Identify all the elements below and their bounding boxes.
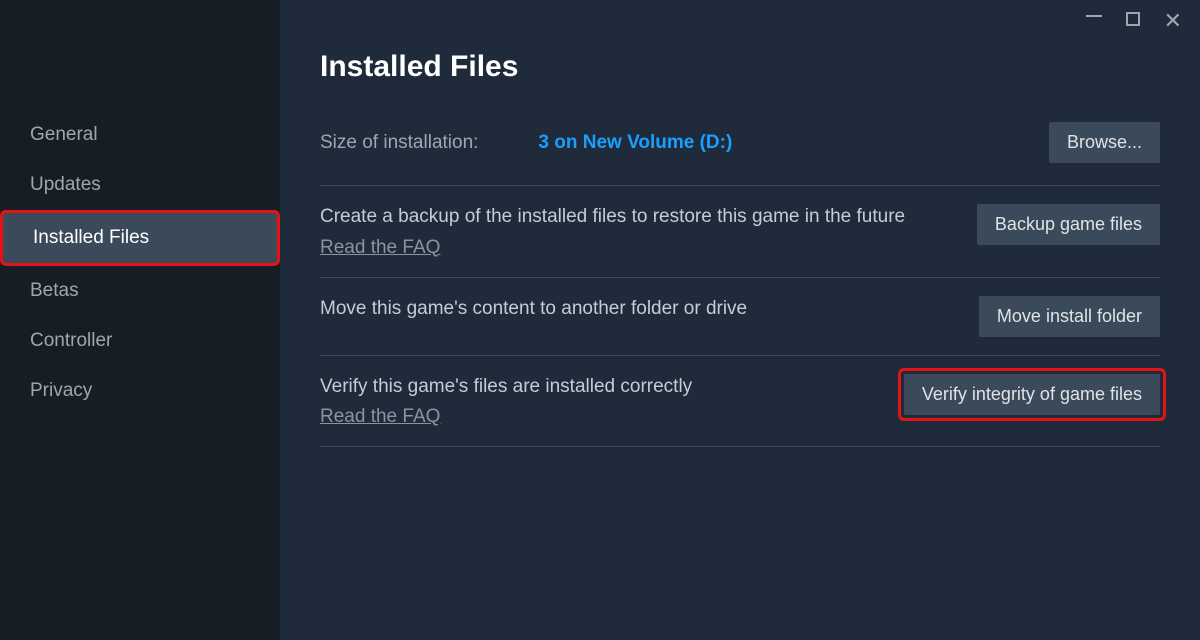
verify-row-left: Verify this game's files are installed c… [320, 374, 904, 429]
divider [320, 446, 1160, 447]
minimize-button[interactable] [1086, 10, 1102, 32]
maximize-button[interactable] [1126, 10, 1140, 32]
backup-row-left: Create a backup of the installed files t… [320, 204, 920, 259]
sidebar-item-label: Privacy [30, 380, 92, 401]
backup-row: Create a backup of the installed files t… [320, 186, 1160, 277]
size-row: Size of installation: 3 on New Volume (D… [320, 122, 1160, 185]
browse-button[interactable]: Browse... [1049, 122, 1160, 163]
backup-desc: Create a backup of the installed files t… [320, 204, 920, 231]
sidebar-item-betas[interactable]: Betas [0, 266, 280, 316]
verify-faq-link[interactable]: Read the FAQ [320, 406, 440, 428]
page-title: Installed Files [320, 50, 1160, 84]
sidebar-item-privacy[interactable]: Privacy [0, 366, 280, 416]
verify-row: Verify this game's files are installed c… [320, 356, 1160, 447]
sidebar-item-installed-files[interactable]: Installed Files [0, 210, 280, 266]
move-button[interactable]: Move install folder [979, 296, 1160, 337]
maximize-icon [1126, 12, 1140, 26]
settings-sidebar: General Updates Installed Files Betas Co… [0, 0, 280, 640]
verify-desc: Verify this game's files are installed c… [320, 374, 904, 401]
sidebar-item-label: General [30, 124, 98, 145]
move-desc: Move this game's content to another fold… [320, 296, 920, 323]
verify-button-wrap: Verify integrity of game files [904, 374, 1160, 415]
verify-button[interactable]: Verify integrity of game files [904, 374, 1160, 415]
backup-faq-link[interactable]: Read the FAQ [320, 237, 440, 259]
close-button[interactable]: ✕ [1164, 10, 1182, 32]
sidebar-item-label: Betas [30, 280, 79, 301]
main-panel: ✕ Installed Files Size of installation: … [280, 0, 1200, 640]
window-controls: ✕ [1086, 10, 1182, 32]
sidebar-item-label: Controller [30, 330, 112, 351]
sidebar-item-label: Installed Files [33, 227, 149, 248]
sidebar-item-general[interactable]: General [0, 110, 280, 160]
app-window: General Updates Installed Files Betas Co… [0, 0, 1200, 640]
move-row: Move this game's content to another fold… [320, 278, 1160, 355]
close-icon: ✕ [1164, 8, 1182, 33]
size-label: Size of installation: [320, 132, 478, 154]
sidebar-item-label: Updates [30, 174, 101, 195]
size-row-left: Size of installation: 3 on New Volume (D… [320, 132, 1049, 154]
move-row-left: Move this game's content to another fold… [320, 296, 920, 323]
sidebar-item-updates[interactable]: Updates [0, 160, 280, 210]
minimize-icon [1086, 15, 1102, 17]
sidebar-item-controller[interactable]: Controller [0, 316, 280, 366]
backup-button[interactable]: Backup game files [977, 204, 1160, 245]
install-location-link[interactable]: 3 on New Volume (D:) [538, 132, 732, 154]
